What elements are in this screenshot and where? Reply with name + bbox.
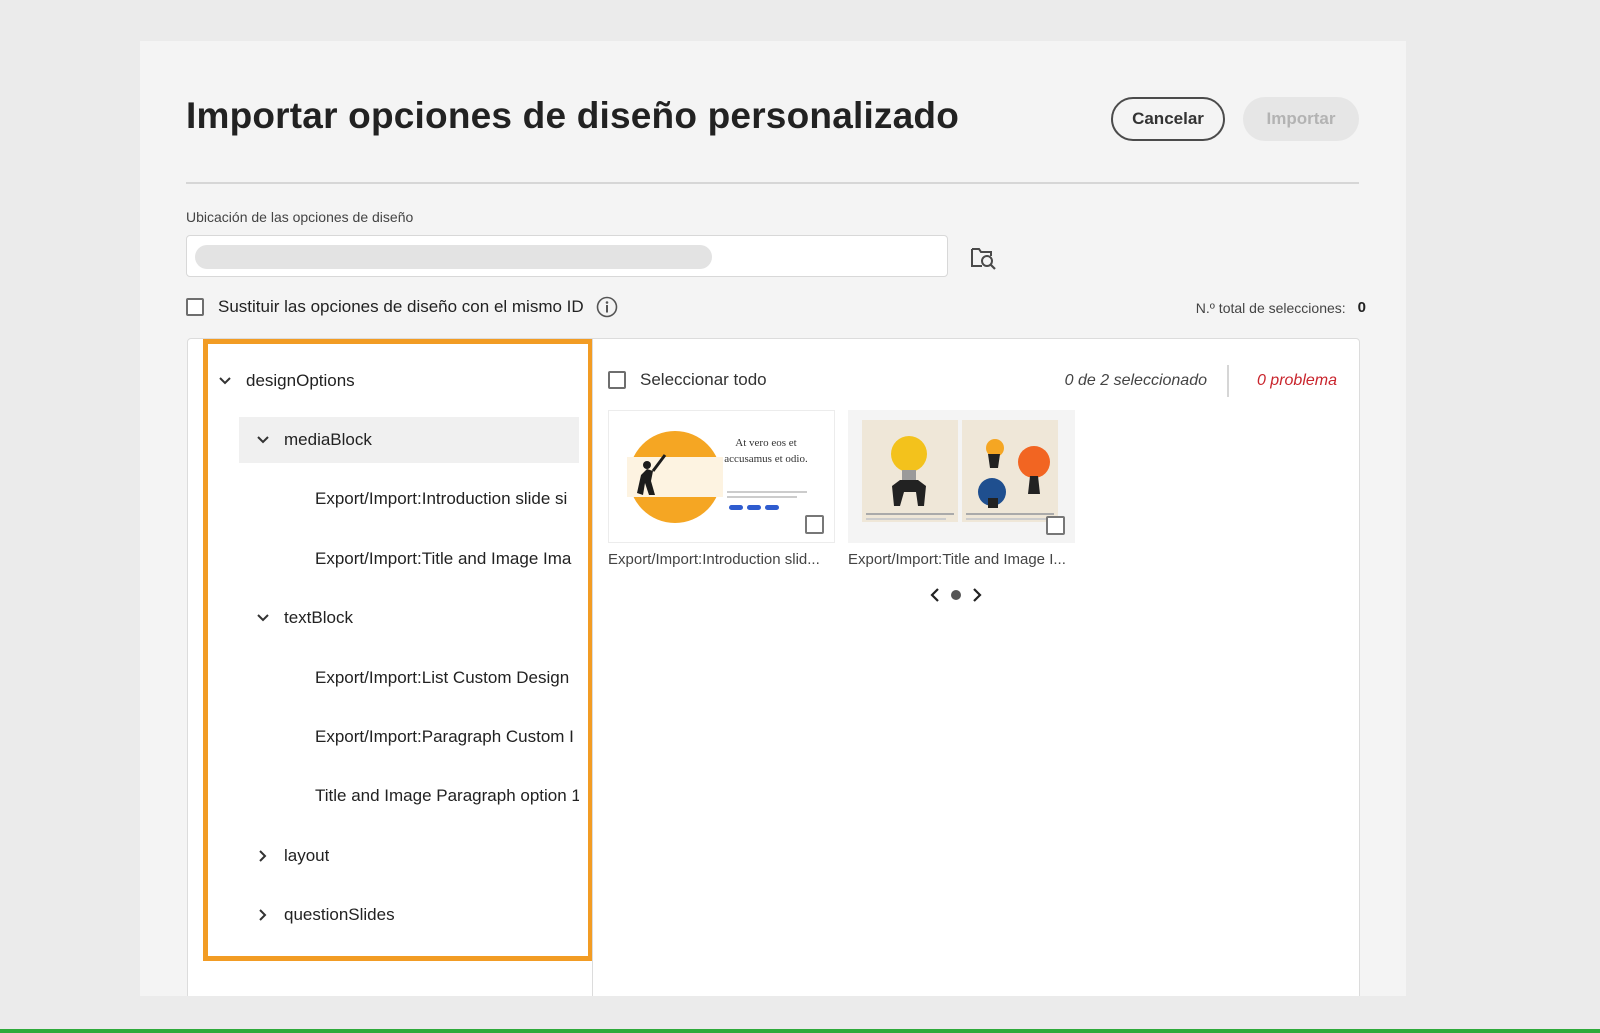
card-label: Export/Import:Title and Image I... — [848, 551, 1066, 568]
selected-count: 0 de 2 seleccionado — [1064, 372, 1207, 389]
tree-item-label: mediaBlock — [284, 430, 372, 449]
bottom-accent-bar — [0, 1029, 1600, 1033]
chevron-down-icon — [257, 614, 269, 622]
tree-item-intro-slide[interactable]: Export/Import:Introduction slide si — [315, 476, 579, 522]
total-selections-label: N.º total de selecciones: — [1195, 299, 1346, 316]
chevron-left-icon[interactable] — [929, 587, 941, 603]
select-all-label: Seleccionar todo — [640, 370, 767, 389]
chevron-down-icon — [219, 377, 231, 385]
tree-item-list-custom-design[interactable]: Export/Import:List Custom Design — [315, 655, 579, 701]
problem-count: 0 problema — [1256, 372, 1337, 389]
tree-item-label: Title and Image Paragraph option 1 — [315, 786, 579, 805]
info-icon[interactable] — [596, 296, 618, 318]
tree-item-label: Export/Import:Paragraph Custom I — [315, 727, 574, 746]
tree-item-media-block[interactable]: mediaBlock — [239, 417, 579, 463]
design-options-tree: designOptions mediaBlock Export/Import:I… — [188, 339, 593, 996]
total-selections: N.º total de selecciones: 0 — [1196, 299, 1366, 316]
chevron-right-icon — [259, 909, 267, 921]
tree-item-label: designOptions — [246, 371, 355, 390]
card-thumbnail — [848, 410, 1075, 543]
header-divider — [186, 182, 1359, 184]
select-all-checkbox[interactable] — [608, 371, 626, 389]
select-all-option: Seleccionar todo — [608, 370, 767, 390]
pager-dot[interactable] — [951, 590, 961, 600]
intro-slide-thumbnail-image: At vero eos et accusamus et odio. — [627, 431, 808, 523]
tree-item-label: layout — [284, 846, 330, 865]
browse-folder-icon[interactable] — [969, 243, 997, 271]
tree-item-design-options[interactable]: designOptions — [216, 358, 355, 404]
tree-item-label: Export/Import:Introduction slide si — [315, 489, 568, 508]
chevron-right-icon[interactable] — [971, 587, 983, 603]
preview-area: Seleccionar todo 0 de 2 seleccionado 0 p… — [593, 339, 1359, 996]
chevron-down-icon — [257, 436, 269, 444]
tree-item-title-image-paragraph[interactable]: Title and Image Paragraph option 1 — [315, 773, 579, 819]
import-button[interactable]: Importar — [1243, 97, 1359, 141]
card-label: Export/Import:Introduction slid... — [608, 551, 820, 568]
location-field[interactable] — [186, 235, 948, 277]
import-dialog: Importar opciones de diseño personalizad… — [140, 41, 1406, 996]
design-card-intro[interactable]: At vero eos et accusamus et odio. Export… — [608, 410, 835, 568]
tree-item-label: questionSlides — [284, 905, 395, 924]
carousel-pager — [929, 587, 983, 603]
tree-item-label: textBlock — [284, 608, 353, 627]
replace-option: Sustituir las opciones de diseño con el … — [186, 294, 618, 320]
cancel-button[interactable]: Cancelar — [1111, 97, 1225, 141]
tree-item-question-slides[interactable]: questionSlides — [254, 892, 395, 938]
tree-item-text-block[interactable]: textBlock — [254, 595, 353, 641]
location-value-redacted — [195, 245, 712, 269]
chevron-right-icon — [259, 850, 267, 862]
replace-label: Sustituir las opciones de diseño con el … — [218, 297, 584, 316]
tree-item-layout[interactable]: layout — [254, 833, 329, 879]
location-label: Ubicación de las opciones de diseño — [186, 209, 414, 225]
tree-item-label: Export/Import:Title and Image Ima — [315, 549, 572, 568]
card-checkbox[interactable] — [1046, 516, 1065, 535]
total-selections-count: 0 — [1357, 299, 1366, 316]
options-panel: designOptions mediaBlock Export/Import:I… — [187, 338, 1360, 996]
title-image-thumbnail-image — [862, 420, 1058, 522]
tree-item-title-image[interactable]: Export/Import:Title and Image Ima — [315, 536, 579, 582]
tree-item-paragraph-custom[interactable]: Export/Import:Paragraph Custom I — [315, 714, 579, 760]
replace-checkbox[interactable] — [186, 298, 204, 316]
thumbnail-text: At vero eos et accusamus et odio. — [724, 437, 808, 465]
card-checkbox[interactable] — [805, 515, 824, 534]
count-separator — [1227, 365, 1229, 397]
design-card-title-image[interactable]: Export/Import:Title and Image I... — [848, 410, 1075, 568]
tree-item-label: Export/Import:List Custom Design — [315, 668, 570, 687]
dialog-title: Importar opciones de diseño personalizad… — [186, 95, 960, 136]
card-thumbnail: At vero eos et accusamus et odio. — [608, 410, 835, 543]
